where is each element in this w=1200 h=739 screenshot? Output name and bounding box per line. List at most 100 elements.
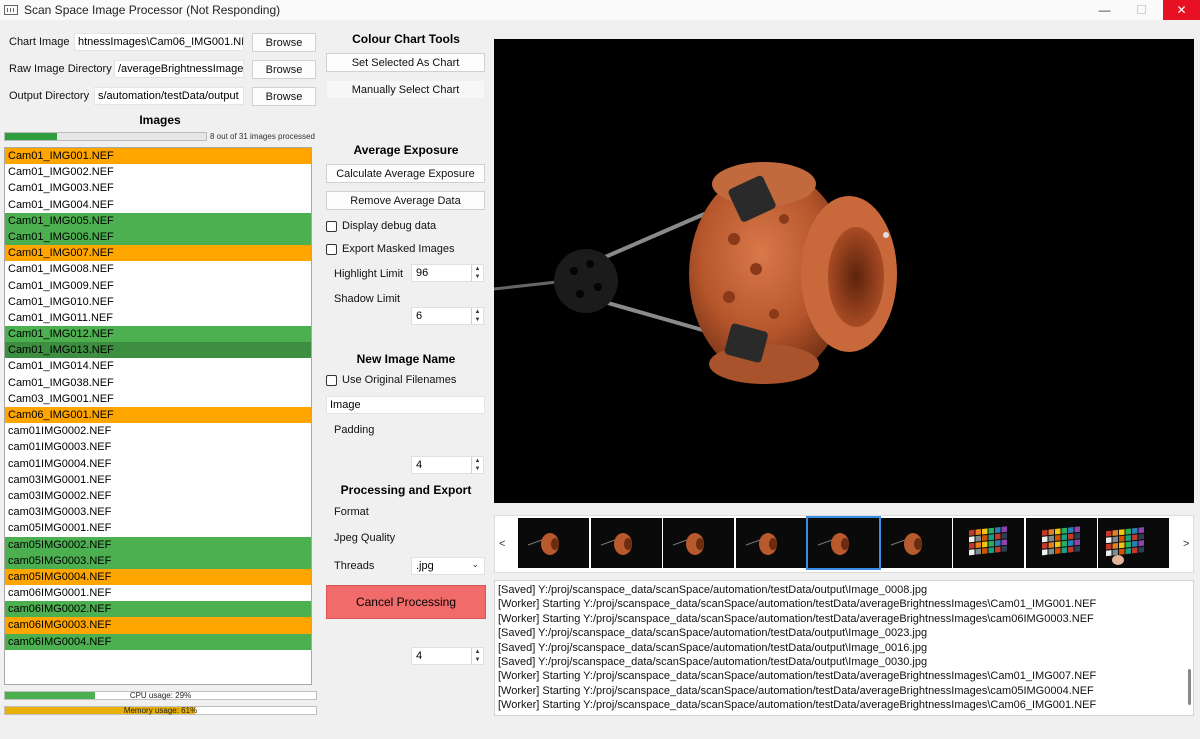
raw-dir-field[interactable]: /averageBrightnessImages — [114, 60, 244, 78]
preview-pot-image — [493, 162, 897, 384]
log-line: [Worker] Starting Y:/proj/scanspace_data… — [498, 684, 1094, 697]
close-button[interactable]: ✕ — [1163, 0, 1200, 20]
format-select[interactable]: .jpg ⌄ — [411, 557, 485, 575]
calculate-average-button[interactable]: Calculate Average Exposure — [326, 164, 485, 183]
manually-select-chart-button[interactable]: Manually Select Chart — [326, 80, 485, 99]
image-list-item[interactable]: Cam01_IMG008.NEF — [5, 261, 311, 277]
padding-spinbox[interactable]: 4 ▲ ▼ — [411, 456, 484, 474]
log-line: [Saved] Y:/proj/scanspace_data/scanSpace… — [498, 641, 928, 654]
image-list-item[interactable]: Cam01_IMG002.NEF — [5, 164, 311, 180]
spin-arrows-icon[interactable]: ▲▼ — [471, 457, 483, 473]
highlight-limit-spinbox[interactable]: 96 ▲ ▼ — [411, 264, 484, 282]
cpu-usage-text: CPU usage: 29% — [129, 691, 192, 700]
maximize-button[interactable]: ☐ — [1123, 0, 1160, 20]
thumbnail[interactable] — [518, 518, 589, 568]
image-list-item[interactable]: Cam01_IMG014.NEF — [5, 358, 311, 374]
threads-spinbox[interactable]: 4 ▲ ▼ — [411, 647, 484, 665]
image-list-item[interactable]: Cam01_IMG003.NEF — [5, 180, 311, 196]
checkbox-box[interactable] — [326, 374, 337, 386]
shadow-limit-spinbox[interactable]: 6 ▲ ▼ — [411, 307, 484, 325]
thumbnail-prev-button[interactable]: < — [499, 538, 505, 550]
images-heading: Images — [139, 113, 181, 127]
thumbnail[interactable] — [880, 518, 952, 568]
image-list-item[interactable]: Cam01_IMG007.NEF — [5, 245, 311, 262]
colour-chart-heading: Colour Chart Tools — [352, 32, 460, 46]
use-original-filenames-checkbox[interactable]: Use Original Filenames — [326, 374, 456, 386]
output-dir-label: Output Directory — [9, 90, 90, 102]
image-list-item[interactable]: Cam01_IMG006.NEF — [5, 228, 311, 246]
average-exposure-heading: Average Exposure — [353, 143, 459, 157]
log-line: [Saved] Y:/proj/scanspace_data/scanSpace… — [498, 655, 928, 668]
highlight-limit-label: Highlight Limit — [334, 268, 404, 280]
browse-chart-button[interactable]: Browse — [252, 33, 316, 52]
image-list-item[interactable]: cam03IMG0002.NEF — [5, 488, 311, 504]
debug-data-label: Display debug data — [342, 220, 437, 232]
spin-arrows-icon[interactable]: ▲▼ — [471, 308, 483, 324]
jpeg-quality-label: Jpeg Quality — [334, 532, 396, 544]
image-list-item[interactable]: cam01IMG0002.NEF — [5, 423, 311, 439]
image-list-item[interactable]: cam06IMG0004.NEF — [5, 633, 311, 650]
image-list-item[interactable]: Cam01_IMG012.NEF — [5, 326, 311, 343]
shadow-limit-label: Shadow Limit — [334, 293, 401, 305]
padding-value: 4 — [416, 459, 423, 471]
chart-image-label: Chart Image — [9, 36, 70, 48]
image-list-item[interactable]: Cam03_IMG001.NEF — [5, 391, 311, 407]
log-line: [Saved] Y:/proj/scanspace_data/scanSpace… — [498, 627, 928, 640]
image-list-item[interactable]: Cam01_IMG038.NEF — [5, 375, 311, 391]
remove-average-button[interactable]: Remove Average Data — [326, 191, 485, 210]
thumbnail[interactable] — [663, 518, 734, 568]
highlight-limit-value: 96 — [416, 267, 429, 279]
image-list-item[interactable]: cam03IMG0003.NEF — [5, 504, 311, 520]
chart-image-field[interactable]: htnessImages\Cam06_IMG001.NEF — [74, 33, 244, 51]
minimize-button[interactable]: — — [1086, 0, 1123, 20]
log-line: [Worker] Starting Y:/proj/scanspace_data… — [498, 670, 1097, 683]
image-name-field[interactable]: Image — [326, 396, 485, 414]
output-dir-field[interactable]: s/automation/testData/output — [94, 87, 244, 105]
image-list-item[interactable]: Cam01_IMG010.NEF — [5, 294, 311, 310]
thumbnail[interactable] — [953, 518, 1024, 568]
image-list-item[interactable]: Cam01_IMG005.NEF — [5, 212, 311, 229]
image-list-item[interactable]: cam01IMG0004.NEF — [5, 456, 311, 472]
image-list-item[interactable]: Cam01_IMG009.NEF — [5, 278, 311, 294]
thumbnail[interactable] — [806, 516, 881, 570]
thumbnail[interactable] — [1098, 518, 1169, 568]
image-list-item[interactable]: Cam01_IMG011.NEF — [5, 310, 311, 326]
export-masked-checkbox[interactable]: Export Masked Images — [326, 243, 455, 255]
app-icon — [4, 5, 18, 15]
set-selected-chart-button[interactable]: Set Selected As Chart — [326, 53, 485, 72]
thumbnail-strip[interactable]: < > — [494, 515, 1194, 573]
image-list-item[interactable]: cam05IMG0002.NEF — [5, 536, 311, 553]
thumbnail[interactable] — [735, 518, 807, 568]
thumbnail[interactable] — [1025, 518, 1097, 568]
image-viewer[interactable] — [493, 39, 1194, 503]
image-list-item[interactable]: Cam01_IMG004.NEF — [5, 197, 311, 213]
debug-data-checkbox[interactable]: Display debug data — [326, 220, 436, 232]
threads-value: 4 — [416, 650, 423, 662]
image-list-item[interactable]: cam06IMG0003.NEF — [5, 617, 311, 634]
cancel-processing-button[interactable]: Cancel Processing — [326, 585, 486, 619]
image-list[interactable]: Cam01_IMG001.NEF Cam01_IMG002.NEF Cam01_IM… — [4, 147, 312, 685]
image-list-item[interactable]: cam06IMG0002.NEF — [5, 601, 311, 618]
spin-arrows-icon[interactable]: ▲▼ — [471, 265, 483, 281]
memory-usage-bar: Memory usage: 61% — [4, 706, 317, 715]
threads-label: Threads — [334, 560, 375, 572]
image-list-item[interactable]: cam01IMG0003.NEF — [5, 439, 311, 455]
image-list-item[interactable]: Cam01_IMG013.NEF — [5, 342, 311, 359]
image-list-item[interactable]: cam05IMG0003.NEF — [5, 552, 311, 569]
image-list-item[interactable]: cam06IMG0001.NEF — [5, 585, 311, 601]
processing-log[interactable]: [Saved] Y:/proj/scanspace_data/scanSpace… — [494, 580, 1194, 716]
thumbnail-next-button[interactable]: > — [1183, 538, 1189, 550]
image-list-item[interactable]: cam05IMG0001.NEF — [5, 520, 311, 536]
thumbnail[interactable] — [590, 518, 662, 568]
browse-raw-button[interactable]: Browse — [252, 60, 316, 79]
image-list-item[interactable]: cam03IMG0001.NEF — [5, 472, 311, 488]
image-list-item[interactable]: cam05IMG0004.NEF — [5, 568, 311, 586]
image-list-item[interactable]: Cam06_IMG001.NEF — [5, 407, 311, 424]
checkbox-box[interactable] — [326, 220, 337, 232]
browse-output-button[interactable]: Browse — [252, 87, 316, 106]
spin-arrows-icon[interactable]: ▲▼ — [471, 648, 483, 664]
log-scrollbar[interactable] — [1188, 669, 1191, 705]
checkbox-box[interactable] — [326, 243, 337, 255]
images-progress-text: 8 out of 31 images processed — [210, 132, 315, 141]
image-list-item[interactable]: Cam01_IMG001.NEF — [5, 148, 311, 165]
